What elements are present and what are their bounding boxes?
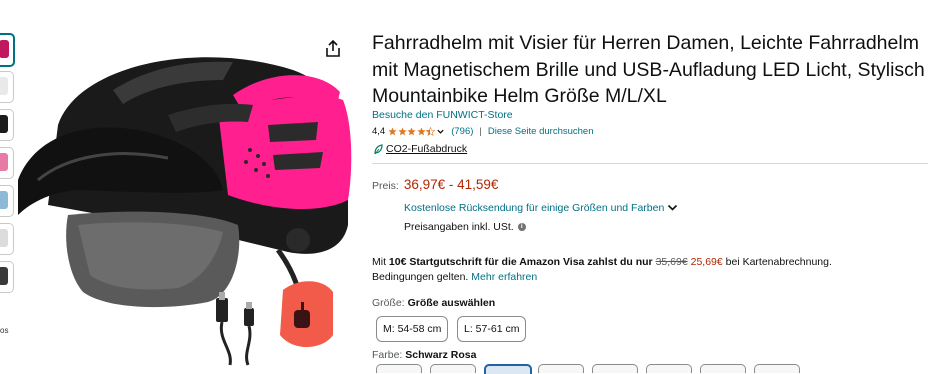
promo-prefix: Mit <box>372 256 389 268</box>
star-icon <box>398 127 407 136</box>
helmet-illustration <box>18 57 352 366</box>
size-option-m[interactable]: M: 54-58 cm <box>376 316 449 342</box>
size-label: Größe: <box>372 297 405 309</box>
thumbnail-5[interactable] <box>0 185 14 217</box>
leaf-icon <box>374 143 383 154</box>
thumbnail-caption: os <box>0 326 9 335</box>
price-row: Preis: 36,97€ - 41,59€ <box>372 177 498 192</box>
color-swatch-1[interactable] <box>376 364 422 373</box>
thumbnail-2[interactable] <box>0 71 14 103</box>
co2-label: CO2-Fußabdruck <box>386 143 468 155</box>
store-link[interactable]: Besuche den FUNWICT-Store <box>372 109 513 121</box>
color-swatch-4[interactable] <box>538 364 584 373</box>
thumbnail-3[interactable] <box>0 109 14 141</box>
rating-row: 4,4 (796) | Diese Seite durchsuchen <box>372 126 594 137</box>
star-rating[interactable] <box>388 127 445 136</box>
separator: | <box>479 126 482 137</box>
share-icon[interactable] <box>322 38 344 60</box>
size-option-l[interactable]: L: 57-61 cm <box>457 316 527 342</box>
thumbnail-1[interactable] <box>0 33 15 67</box>
color-swatch-7[interactable] <box>700 364 746 373</box>
star-icon <box>417 127 426 136</box>
color-swatch-2[interactable] <box>430 364 476 373</box>
tax-info: Preisangaben inkl. USt. i <box>404 221 526 233</box>
color-swatch-5[interactable] <box>592 364 638 373</box>
chevron-down-icon <box>437 129 444 134</box>
price-range: 36,97€ - 41,59€ <box>403 177 499 192</box>
promo-suffix: bei Kartenabrechnung. <box>722 256 832 268</box>
star-icon <box>407 127 416 136</box>
co2-link[interactable]: CO2-Fußabdruck <box>373 143 467 155</box>
product-title-line-3: Mountainbike Helm Größe M/L/XL <box>372 85 667 107</box>
color-label: Farbe: <box>372 349 403 361</box>
rating-count-link[interactable]: (796) <box>451 126 473 137</box>
color-selected: Schwarz Rosa <box>405 349 477 361</box>
half-star-icon <box>426 127 436 136</box>
tax-text: Preisangaben inkl. USt. <box>404 221 514 233</box>
learn-more-link[interactable]: Mehr erfahren <box>471 271 537 283</box>
rating-value: 4,4 <box>372 126 386 137</box>
color-swatch-selected[interactable] <box>484 364 532 374</box>
thumbnail-6[interactable] <box>0 223 14 255</box>
color-swatch-6[interactable] <box>646 364 692 373</box>
product-title-line-1: Fahrradhelm mit Visier für Herren Damen,… <box>372 32 919 54</box>
size-selected: Größe auswählen <box>407 297 496 309</box>
star-icon <box>388 127 397 136</box>
chevron-down-icon <box>668 204 678 211</box>
section-divider <box>372 163 928 164</box>
promo-bold: 10€ Startgutschrift für die Amazon Visa … <box>388 256 653 268</box>
search-page-link[interactable]: Diese Seite durchsuchen <box>488 126 594 137</box>
thumbnail-4[interactable] <box>0 147 14 179</box>
shipping-text: Kostenlose Rücksendung für einige Größen… <box>404 202 665 214</box>
thumbnail-7[interactable] <box>0 261 14 293</box>
product-image[interactable] <box>18 30 363 368</box>
promo-new-price: 25,69€ <box>690 256 723 268</box>
visa-promo: Mit 10€ Startgutschrift für die Amazon V… <box>372 255 912 285</box>
color-swatch-8[interactable] <box>754 364 800 373</box>
product-title: Fahrradhelm mit Visier für Herren Damen,… <box>372 30 927 110</box>
shipping-info-dropdown[interactable]: Kostenlose Rücksendung für einige Größen… <box>404 202 678 214</box>
price-label: Preis: <box>372 180 399 192</box>
color-selector-label: Farbe: Schwarz Rosa <box>372 349 476 361</box>
info-icon[interactable]: i <box>517 223 526 231</box>
promo-old-price: 35,69€ <box>655 256 688 268</box>
size-selector-label: Größe: Größe auswählen <box>372 297 495 309</box>
promo-terms: Bedingungen gelten. <box>372 271 472 283</box>
product-title-line-2: mit Magnetischem Brille und USB-Aufladun… <box>372 58 925 81</box>
